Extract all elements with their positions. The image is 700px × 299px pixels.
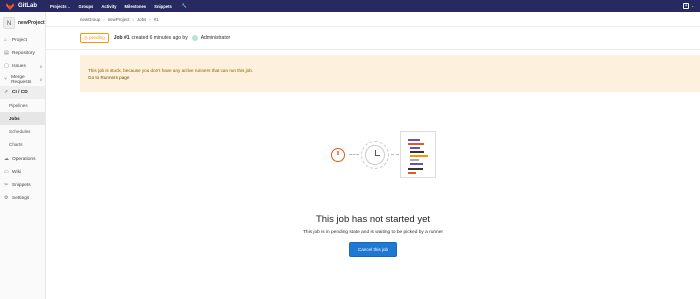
- job-log-card-icon: [400, 131, 436, 178]
- sidebar-project-header[interactable]: N newProject: [0, 12, 45, 34]
- sidebar-item-ci-cd[interactable]: ➚ CI / CD: [0, 86, 45, 99]
- rocket-icon: ➚: [4, 89, 9, 95]
- project-avatar: N: [3, 17, 15, 29]
- pending-illustration: II: [303, 122, 443, 192]
- dashed-connector: [391, 154, 399, 155]
- empty-state-description: This job is in pending state and is wait…: [303, 230, 443, 235]
- nav-projects-label: Projects: [50, 3, 67, 9]
- nav-projects[interactable]: Projects⌄: [50, 4, 70, 9]
- alert-message: This job is stuck, because you don't hav…: [88, 68, 254, 73]
- breadcrumb-group[interactable]: newGroup: [80, 17, 100, 22]
- chevron-down-icon[interactable]: ⌄: [691, 4, 694, 8]
- breadcrumb: newGroup › newProject › Jobs › #1: [46, 12, 700, 27]
- sidebar-item-label: Project: [12, 38, 27, 43]
- main-content: newGroup › newProject › Jobs › #1 ◎ pending…: [46, 12, 700, 299]
- sidebar-sub-jobs[interactable]: Jobs: [0, 112, 45, 125]
- project-sidebar: N newProject ⌂ Project ▤ Repository ▢ Issue…: [0, 12, 46, 299]
- stuck-job-alert: This job is stuck, because you don't hav…: [80, 55, 700, 92]
- job-header: ◎ pending Job #1 created 6 minutes ago b…: [46, 27, 700, 50]
- sidebar-item-operations[interactable]: ☁ Operations: [0, 153, 45, 166]
- gear-icon: ⚙: [4, 195, 9, 201]
- status-text: pending: [89, 35, 105, 40]
- main-nav: Projects⌄ Groups Activity Milestones Sni…: [50, 3, 187, 9]
- nav-snippets[interactable]: Snippets: [154, 4, 172, 9]
- top-navbar: GitLab Projects⌄ Groups Activity Milesto…: [0, 0, 700, 12]
- sidebar-item-label: Repository: [12, 51, 35, 56]
- job-created-text: created 6 minutes ago by: [131, 35, 188, 41]
- sidebar-item-project[interactable]: ⌂ Project: [0, 34, 45, 47]
- sidebar-item-label: CI / CD: [12, 90, 28, 95]
- sidebar-item-issues[interactable]: ▢ Issues 0: [0, 60, 45, 73]
- sidebar-item-label: Wiki: [12, 170, 22, 175]
- breadcrumb-separator: ›: [103, 16, 105, 22]
- breadcrumb-job-id[interactable]: #1: [154, 17, 159, 22]
- scissors-icon: ✂: [4, 182, 9, 188]
- tanuki-icon: [6, 2, 14, 10]
- issues-count: 0: [39, 64, 42, 69]
- sidebar-sub-charts[interactable]: Charts: [0, 138, 45, 151]
- sidebar-item-merge-requests[interactable]: ⑂ Merge Requests 0: [0, 73, 45, 86]
- issues-icon: ▢: [4, 63, 9, 69]
- doc-icon: ▤: [4, 50, 9, 56]
- book-icon: ▭: [4, 169, 9, 175]
- chevron-down-icon: ⌄: [67, 4, 71, 9]
- job-id: Job #1: [113, 35, 130, 41]
- breadcrumb-jobs[interactable]: Jobs: [137, 17, 146, 22]
- clock-icon: [365, 145, 385, 165]
- sidebar-item-wiki[interactable]: ▭ Wiki: [0, 166, 45, 179]
- cancel-job-button[interactable]: Cancel this job: [348, 242, 398, 257]
- sidebar-sub-pipelines[interactable]: Pipelines: [0, 99, 45, 112]
- nav-activity[interactable]: Activity: [101, 4, 116, 9]
- merge-icon: ⑂: [4, 76, 8, 82]
- sidebar-item-label: Operations: [12, 157, 36, 162]
- breadcrumb-project[interactable]: newProject: [108, 17, 130, 22]
- runners-page-link[interactable]: Go to Runners page: [88, 74, 692, 81]
- status-badge[interactable]: ◎ pending: [80, 33, 109, 43]
- project-name: newProject: [18, 20, 45, 26]
- empty-state-title: This job has not started yet: [315, 214, 431, 225]
- sidebar-item-snippets[interactable]: ✂ Snippets: [0, 179, 45, 192]
- brand-name: GitLab: [18, 3, 37, 9]
- sidebar-item-label: Snippets: [12, 183, 31, 188]
- nav-milestones[interactable]: Milestones: [125, 4, 147, 9]
- sidebar-item-label: Settings: [12, 196, 30, 201]
- admin-wrench-icon[interactable]: 🔧: [182, 3, 187, 9]
- sidebar-item-settings[interactable]: ⚙ Settings: [0, 192, 45, 205]
- sidebar-sub-schedules[interactable]: Schedules: [0, 125, 45, 138]
- dashed-connector: [349, 154, 359, 155]
- home-icon: ⌂: [4, 37, 8, 43]
- gitlab-logo[interactable]: GitLab: [6, 2, 37, 10]
- cloud-icon: ☁: [4, 156, 9, 162]
- user-avatar[interactable]: [191, 35, 198, 41]
- breadcrumb-separator: ›: [132, 16, 134, 22]
- breadcrumb-separator: ›: [149, 16, 151, 22]
- sidebar-item-repository[interactable]: ▤ Repository: [0, 47, 45, 60]
- sidebar-item-label: Merge Requests: [11, 74, 32, 85]
- empty-state: II This job has not started yet This job…: [46, 122, 700, 257]
- pending-status-icon: II: [331, 148, 345, 162]
- new-item-plus-icon[interactable]: +: [683, 3, 690, 9]
- merge-requests-count: 0: [39, 77, 42, 82]
- nav-groups[interactable]: Groups: [78, 4, 93, 9]
- top-right-actions: + ⌄: [683, 3, 694, 9]
- job-user[interactable]: Administrator: [201, 35, 230, 41]
- sidebar-item-label: Issues: [12, 64, 26, 69]
